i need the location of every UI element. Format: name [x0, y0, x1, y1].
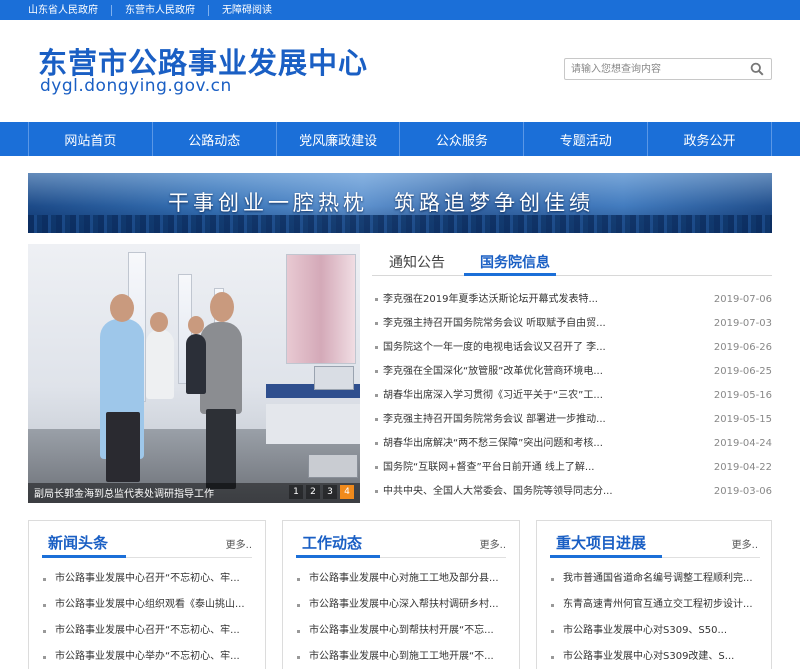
news-row[interactable]: 胡春华出席深入学习贯彻《习近平关于“三农”工... 2019-05-16	[372, 388, 772, 404]
more-link[interactable]: 更多..	[226, 536, 252, 551]
nav-item-special-events[interactable]: 专题活动	[523, 122, 647, 156]
news-title[interactable]: 胡春华出席解决“两不愁三保障”突出问题和考核...	[383, 436, 623, 452]
tab-notices[interactable]: 通知公告	[389, 252, 445, 272]
list-item[interactable]: 我市普通国省道命名编号调整工程顺利完...	[550, 571, 762, 587]
nav-item-gov-affairs[interactable]: 政务公开	[647, 122, 772, 156]
banner-slogan-left: 干事创业一腔热枕	[168, 191, 368, 215]
search-box	[564, 58, 772, 80]
news-title[interactable]: 李克强在2019年夏季达沃斯论坛开幕式发表特...	[383, 292, 623, 308]
city-skyline	[28, 215, 772, 233]
banner-slogan-right: 筑路追梦争创佳绩	[394, 191, 594, 215]
news-tabs-panel: 通知公告 国务院信息 李克强在2019年夏季达沃斯论坛开幕式发表特... 2019…	[372, 244, 772, 503]
list-item[interactable]: 东青高速青州何官互通立交工程初步设计...	[550, 597, 762, 613]
slideshow-page-2[interactable]: 2	[306, 485, 320, 499]
news-row[interactable]: 李克强在2019年夏季达沃斯论坛开幕式发表特... 2019-07-06	[372, 292, 772, 308]
list-item[interactable]: 市公路事业发展中心举办“不忘初心、牢...	[42, 649, 254, 665]
news-date: 2019-07-03	[713, 318, 772, 329]
news-row[interactable]: 中共中央、全国人大常委会、国务院等领导同志分... 2019-03-06	[372, 484, 772, 500]
news-title[interactable]: 李克强主持召开国务院常务会议 听取赋予自由贸...	[383, 316, 623, 332]
news-title[interactable]: 李克强主持召开国务院常务会议 部署进一步推动...	[383, 412, 623, 428]
news-date: 2019-07-06	[713, 294, 772, 305]
news-date: 2019-05-16	[713, 390, 772, 401]
news-row[interactable]: 李克强在全国深化“放管服”改革优化营商环境电... 2019-06-25	[372, 364, 772, 380]
nav-item-integrity[interactable]: 党风廉政建设	[275, 122, 400, 156]
list-item[interactable]: 市公路事业发展中心组织观看《泰山挑山...	[42, 597, 254, 613]
news-title[interactable]: 国务院这个一年一度的电视电话会议又召开了 李...	[383, 340, 623, 356]
column-major-projects: 重大项目进展 更多.. 我市普通国省道命名编号调整工程顺利完... 东青高速青州…	[536, 520, 772, 669]
top-link-accessibility[interactable]: 无障碍阅读	[208, 4, 285, 16]
tab-state-council[interactable]: 国务院信息	[480, 252, 550, 272]
news-title[interactable]: 李克强在全国深化“放管服”改革优化营商环境电...	[383, 364, 623, 380]
list-item[interactable]: 市公路事业发展中心到帮扶村开展“不忘...	[296, 623, 508, 639]
news-row[interactable]: 胡春华出席解决“两不愁三保障”突出问题和考核... 2019-04-24	[372, 436, 772, 452]
banner-slogan: 干事创业一腔热枕 筑路追梦争创佳绩	[168, 187, 620, 217]
nav-item-highway-news[interactable]: 公路动态	[151, 122, 276, 156]
nav-item-home[interactable]: 网站首页	[28, 122, 152, 156]
list-item[interactable]: 市公路事业发展中心对S309、S50...	[550, 623, 762, 639]
news-row[interactable]: 李克强主持召开国务院常务会议 部署进一步推动... 2019-05-15	[372, 412, 772, 428]
list-item[interactable]: 市公路事业发展中心深入帮扶村调研乡村...	[296, 597, 508, 613]
news-date: 2019-06-25	[713, 366, 772, 377]
list-item[interactable]: 市公路事业发展中心召开“不忘初心、牢...	[42, 571, 254, 587]
news-row[interactable]: 国务院这个一年一度的电视电话会议又召开了 李... 2019-06-26	[372, 340, 772, 356]
column-work-news: 工作动态 更多.. 市公路事业发展中心对施工工地及部分县... 市公路事业发展中…	[282, 520, 520, 669]
search-button[interactable]	[743, 59, 771, 79]
nav-item-public-service[interactable]: 公众服务	[399, 122, 523, 156]
list-item[interactable]: 市公路事业发展中心召开“不忘初心、牢...	[42, 623, 254, 639]
column-title: 重大项目进展	[556, 534, 647, 552]
banner: 干事创业一腔热枕 筑路追梦争创佳绩	[28, 173, 772, 233]
news-date: 2019-03-06	[713, 486, 772, 497]
photo-slideshow[interactable]: 副局长郭金海到总监代表处调研指导工作 1 2 3 4	[28, 244, 360, 503]
site-domain: dygl.dongying.gov.cn	[40, 76, 232, 96]
list-item[interactable]: 市公路事业发展中心对施工工地及部分县...	[296, 571, 508, 587]
column-headlines: 新闻头条 更多.. 市公路事业发展中心召开“不忘初心、牢... 市公路事业发展中…	[28, 520, 266, 669]
list-item[interactable]: 市公路事业发展中心到施工工地开展“不...	[296, 649, 508, 665]
column-title: 工作动态	[302, 534, 363, 552]
slideshow-page-4[interactable]: 4	[340, 485, 354, 499]
main-nav: 网站首页 公路动态 党风廉政建设 公众服务 专题活动 政务公开	[0, 122, 800, 156]
more-link[interactable]: 更多..	[480, 536, 506, 551]
slideshow-caption[interactable]: 副局长郭金海到总监代表处调研指导工作	[34, 485, 214, 500]
active-tab-indicator	[464, 273, 556, 276]
news-title[interactable]: 中共中央、全国人大常委会、国务院等领导同志分...	[383, 484, 623, 500]
news-date: 2019-04-24	[713, 438, 772, 449]
news-title[interactable]: 胡春华出席深入学习贯彻《习近平关于“三农”工...	[383, 388, 623, 404]
top-link-dongying[interactable]: 东营市人民政府	[111, 4, 208, 16]
search-input[interactable]	[565, 59, 743, 79]
slideshow-page-3[interactable]: 3	[323, 485, 337, 499]
site-header: 东营市公路事业发展中心 dygl.dongying.gov.cn	[0, 20, 800, 122]
top-bar: 山东省人民政府 东营市人民政府 无障碍阅读	[0, 0, 800, 20]
column-title: 新闻头条	[48, 534, 109, 552]
news-row[interactable]: 国务院“互联网+督查”平台日前开通 线上了解... 2019-04-22	[372, 460, 772, 476]
search-icon	[750, 62, 764, 76]
news-date: 2019-04-22	[713, 462, 772, 473]
news-title[interactable]: 国务院“互联网+督查”平台日前开通 线上了解...	[383, 460, 623, 476]
news-row[interactable]: 李克强主持召开国务院常务会议 听取赋予自由贸... 2019-07-03	[372, 316, 772, 332]
news-date: 2019-05-15	[713, 414, 772, 425]
news-tabs: 通知公告 国务院信息	[372, 244, 772, 276]
news-date: 2019-06-26	[713, 342, 772, 353]
more-link[interactable]: 更多..	[732, 536, 758, 551]
top-links: 山东省人民政府 东营市人民政府 无障碍阅读	[28, 0, 285, 20]
slideshow-pager: 1 2 3 4	[289, 485, 354, 499]
list-item[interactable]: 市公路事业发展中心对S309改建、S...	[550, 649, 762, 665]
slideshow-page-1[interactable]: 1	[289, 485, 303, 499]
top-link-shandong[interactable]: 山东省人民政府	[28, 5, 111, 16]
